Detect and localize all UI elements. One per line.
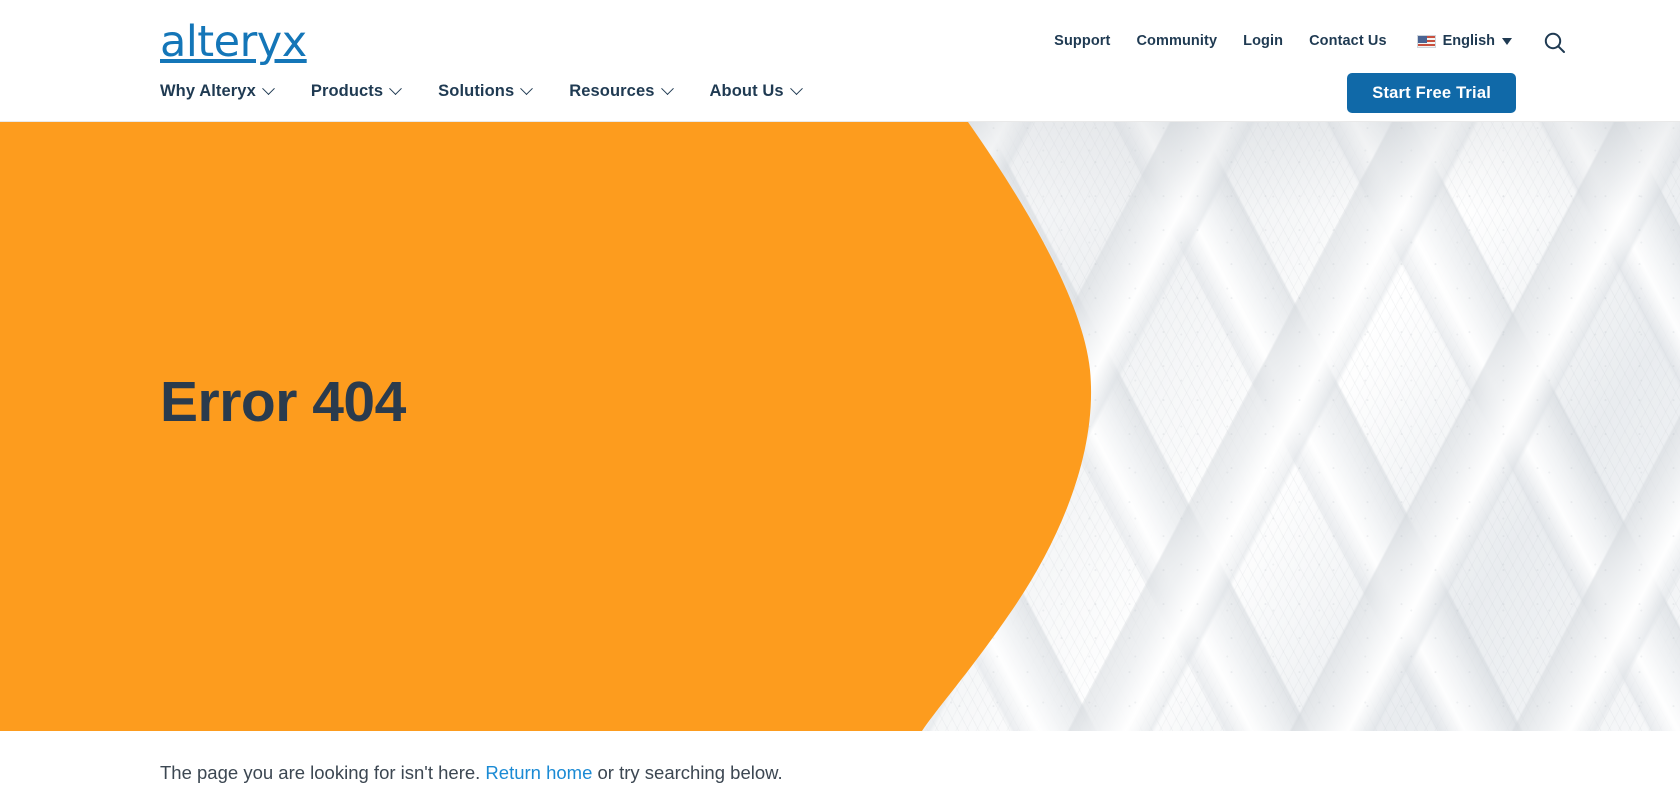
utility-nav: Support Community Login Contact Us Engli… [1054,33,1512,49]
us-flag-icon [1416,34,1436,48]
utility-link-community[interactable]: Community [1136,33,1217,49]
utility-link-support[interactable]: Support [1054,33,1110,49]
nav-item-resources[interactable]: Resources [569,82,674,101]
nav-item-about-us[interactable]: About Us [709,82,803,101]
nav-item-why-alteryx[interactable]: Why Alteryx [160,82,275,101]
alteryx-logo[interactable]: alteryx [160,18,307,66]
message-text-before: The page you are looking for isn't here. [160,762,486,783]
nav-item-products[interactable]: Products [310,82,403,101]
return-home-link[interactable]: Return home [485,762,592,783]
main-nav: Why Alteryx Products Solutions Resources… [160,82,803,101]
start-free-trial-button[interactable]: Start Free Trial [1347,73,1516,113]
page-title: Error 404 [160,370,406,434]
message-text-after: or try searching below. [592,762,783,783]
utility-link-contact-us[interactable]: Contact Us [1309,33,1387,49]
search-button[interactable] [1542,30,1568,56]
chevron-down-icon [261,82,275,96]
chevron-down-icon [520,82,534,96]
site-header: alteryx Support Community Login Contact … [0,0,1680,122]
nav-item-solutions[interactable]: Solutions [438,82,534,101]
nav-label: Solutions [438,82,515,100]
language-label: English [1442,33,1495,49]
hero-copy: Error 404 [160,371,406,433]
hero-section: Error 404 [0,122,1680,731]
chevron-down-icon [789,82,803,96]
nav-label: Why Alteryx [160,82,256,100]
utility-link-login[interactable]: Login [1243,33,1283,49]
page-root: alteryx Support Community Login Contact … [0,0,1680,791]
language-selector[interactable]: English [1416,33,1512,49]
chevron-down-icon [389,82,403,96]
caret-down-icon [1502,38,1512,45]
search-icon [1544,32,1565,53]
nav-label: Resources [569,82,655,100]
not-found-message: The page you are looking for isn't here.… [160,759,1680,787]
below-hero-section: The page you are looking for isn't here.… [0,731,1680,787]
nav-label: Products [310,82,384,100]
chevron-down-icon [660,82,674,96]
nav-label: About Us [709,82,784,100]
